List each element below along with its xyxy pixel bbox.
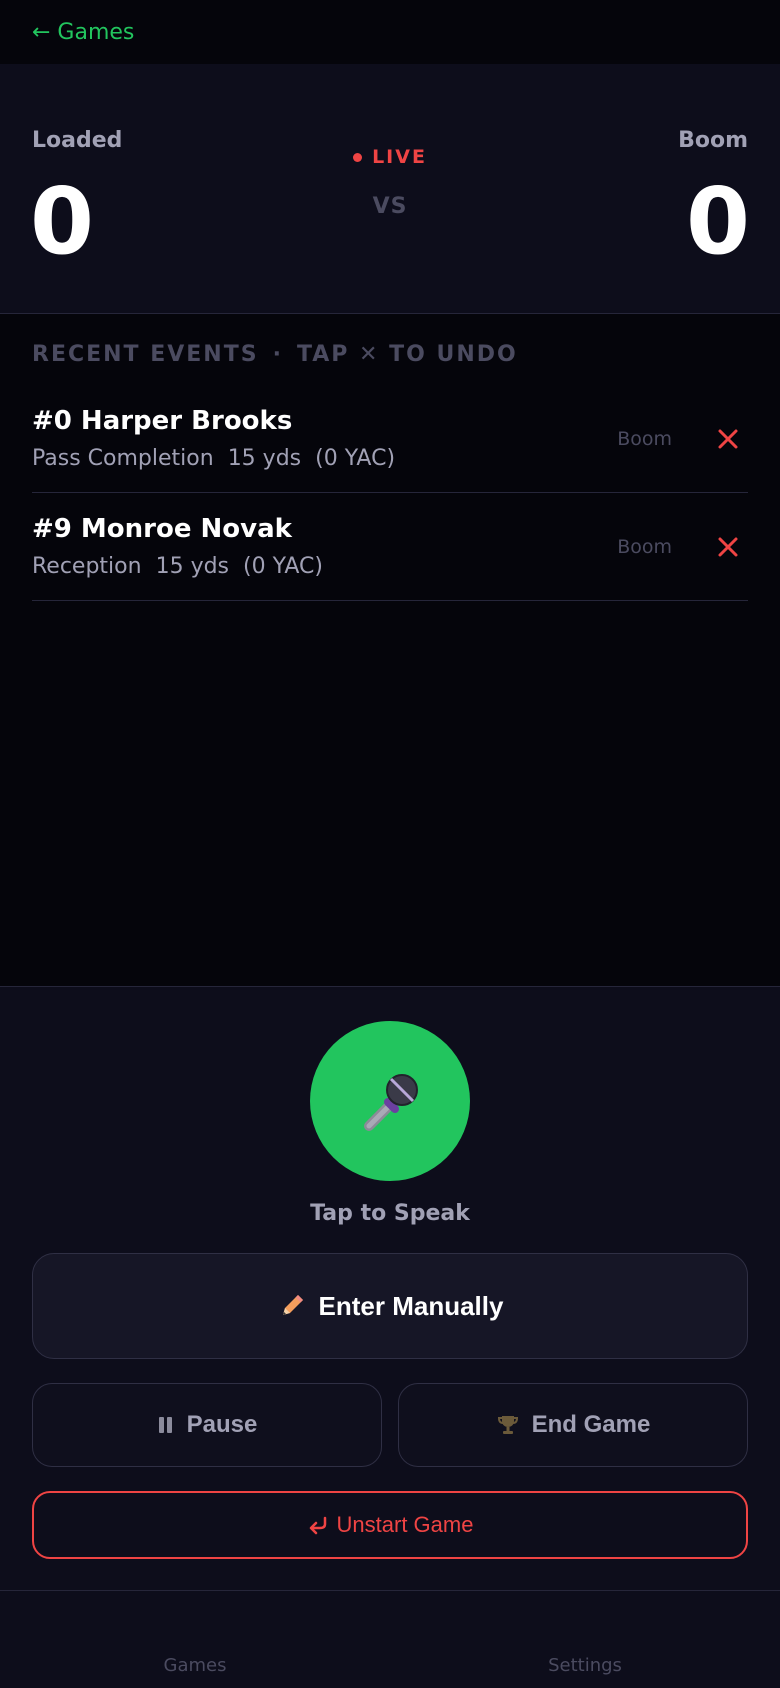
pause-label: Pause [186, 1411, 258, 1438]
event-player: #0 Harper Brooks [32, 406, 293, 436]
tab-bar: Games Settings [0, 1590, 780, 1688]
trophy-icon [497, 1416, 518, 1434]
end-game-label: End Game [531, 1411, 651, 1438]
pause-button[interactable]: Pause [32, 1383, 382, 1467]
event-yac: (0 YAC) [243, 554, 323, 579]
events-header: RECENT EVENTS · TAP ✕ TO UNDO [32, 342, 748, 367]
mic-caption: Tap to Speak [310, 1201, 470, 1226]
right-team-score: 0 [685, 168, 750, 275]
pencil-icon [282, 1295, 303, 1315]
event-player: #9 Monroe Novak [32, 514, 292, 544]
live-game-screen: ← Games LIVE Loaded Boom 0 VS 0 RECENT E… [0, 0, 780, 1688]
events-header-hint: TAP ✕ TO UNDO [296, 342, 518, 367]
secondary-actions: Pause End Game [32, 1383, 748, 1467]
pause-icon [158, 1417, 172, 1433]
game-controls: Tap to Speak Enter Manually Pause End Ga… [0, 986, 780, 1590]
tap-to-speak-button[interactable] [310, 1021, 470, 1181]
enter-manually-label: Enter Manually [318, 1290, 504, 1321]
event-detail: Reception 15 yds (0 YAC) [32, 554, 592, 579]
mic-wrap [0, 1021, 780, 1181]
right-team-name: Boom [678, 128, 748, 153]
close-icon [718, 429, 738, 448]
close-icon [718, 537, 738, 556]
event-type: Pass Completion [32, 446, 214, 471]
undo-event-button[interactable] [708, 527, 748, 567]
live-dot-icon [353, 152, 363, 162]
event-row: #9 Monroe Novak Reception 15 yds (0 YAC)… [32, 493, 748, 601]
event-main: #9 Monroe Novak Reception 15 yds (0 YAC) [32, 514, 592, 579]
unstart-game-button[interactable]: Unstart Game [32, 1491, 748, 1559]
left-team-score: 0 [30, 168, 95, 275]
event-team: Boom [617, 535, 672, 558]
back-to-games-link[interactable]: ← Games [32, 20, 134, 45]
event-list: #0 Harper Brooks Pass Completion 15 yds … [32, 385, 748, 601]
undo-event-button[interactable] [708, 419, 748, 459]
events-header-separator: · [272, 342, 283, 367]
enter-manually-button[interactable]: Enter Manually [32, 1253, 748, 1359]
event-detail: Pass Completion 15 yds (0 YAC) [32, 446, 592, 471]
tab-games[interactable]: Games [0, 1655, 390, 1688]
event-yac: (0 YAC) [315, 446, 396, 471]
events-header-title: RECENT EVENTS [32, 342, 259, 367]
vs-label: VS [372, 194, 408, 219]
event-yards: 15 yds [155, 554, 230, 579]
microphone-icon [364, 1074, 418, 1131]
return-arrow-icon [309, 1516, 326, 1535]
live-label: LIVE [372, 146, 427, 168]
unstart-game-label: Unstart Game [336, 1512, 474, 1537]
event-row: #0 Harper Brooks Pass Completion 15 yds … [32, 385, 748, 493]
event-main: #0 Harper Brooks Pass Completion 15 yds … [32, 406, 592, 471]
recent-events: RECENT EVENTS · TAP ✕ TO UNDO #0 Harper … [0, 342, 780, 601]
event-type: Reception [32, 554, 142, 579]
event-team: Boom [617, 427, 672, 450]
top-bar: ← Games [0, 0, 780, 64]
left-team-name: Loaded [32, 128, 123, 153]
event-yards: 15 yds [227, 446, 302, 471]
tab-settings[interactable]: Settings [390, 1655, 780, 1688]
scoreboard: LIVE Loaded Boom 0 VS 0 [0, 64, 780, 314]
end-game-button[interactable]: End Game [398, 1383, 748, 1467]
